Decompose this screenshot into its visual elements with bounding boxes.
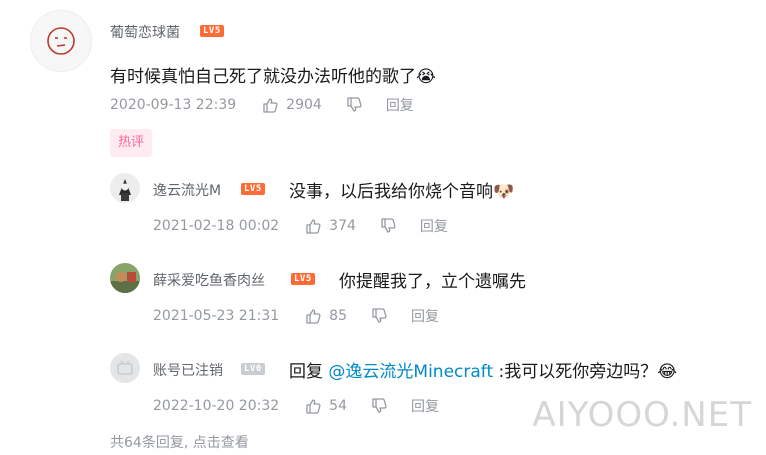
thumb-down-icon <box>372 308 387 323</box>
thumb-up-icon <box>306 219 321 234</box>
dislike-button[interactable] <box>371 308 387 324</box>
dog-emoji-icon: 🐶 <box>493 182 515 202</box>
reply-username[interactable]: 逸云流光M <box>153 180 221 200</box>
default-avatar-icon <box>110 353 140 383</box>
reply-date: 2021-02-18 00:02 <box>153 218 280 234</box>
face-doodle-icon <box>47 27 75 55</box>
thumb-down-icon <box>381 218 396 233</box>
reply-username[interactable]: 账号已注销 <box>153 360 223 380</box>
reply-button[interactable]: 回复 <box>411 306 439 326</box>
comment-meta: 2020-09-13 22:39 2904 回复 <box>110 95 414 115</box>
like-button[interactable]: 85 <box>305 308 347 324</box>
reply-meta: 2021-02-18 00:02 374 回复 <box>153 216 448 236</box>
thumb-down-icon <box>347 97 362 112</box>
reply-meta: 2021-05-23 21:31 85 回复 <box>153 306 439 326</box>
thumb-up-icon <box>306 399 321 414</box>
reply-date: 2022-10-20 20:32 <box>153 398 280 414</box>
mention-link[interactable]: @逸云流光Minecraft <box>328 362 493 382</box>
reply-button[interactable]: 回复 <box>420 216 448 236</box>
reply-body: :我可以死你旁边吗？ <box>493 362 658 382</box>
reply-button[interactable]: 回复 <box>411 396 439 416</box>
comment-body: 有时候真怕自己死了就没办法听他的歌了 <box>110 67 416 87</box>
reply-text: 你提醒我了，立个遗嘱先 <box>339 272 526 292</box>
like-button[interactable]: 2904 <box>262 97 322 113</box>
hot-comment-tag: 热评 <box>110 129 153 157</box>
avatar[interactable] <box>30 10 92 72</box>
reply-date: 2021-05-23 21:31 <box>153 308 280 324</box>
reply-text: 没事，以后我给你烧个音响🐶 <box>289 177 514 202</box>
reply-prefix: 回复 <box>289 362 329 382</box>
comment-text: 有时候真怕自己死了就没办法听他的歌了😭 <box>110 62 436 87</box>
reply-meta: 2022-10-20 20:32 54 回复 <box>153 396 439 416</box>
avatar[interactable] <box>110 173 140 203</box>
thumb-up-icon <box>306 309 321 324</box>
character-avatar-icon <box>110 173 140 203</box>
level-badge: LV5 <box>291 273 315 285</box>
watermark: AIYOOO.NET <box>526 393 758 437</box>
dislike-button[interactable] <box>346 97 362 113</box>
avatar[interactable] <box>110 353 140 383</box>
like-button[interactable]: 374 <box>305 218 356 234</box>
comment-username[interactable]: 葡萄恋球菌 <box>110 22 180 42</box>
level-badge: LV5 <box>200 25 224 37</box>
like-button[interactable]: 54 <box>305 398 347 414</box>
like-count: 374 <box>329 218 356 234</box>
thumb-down-icon <box>372 398 387 413</box>
reply-body: 没事，以后我给你烧个音响 <box>289 182 493 202</box>
reply-button[interactable]: 回复 <box>386 95 414 115</box>
like-count: 85 <box>329 308 347 324</box>
comment-date: 2020-09-13 22:39 <box>110 97 237 113</box>
level-badge: LV0 <box>241 363 265 375</box>
crying-emoji-icon: 😭 <box>416 67 436 87</box>
like-count: 54 <box>329 398 347 414</box>
reply-text: 回复 @逸云流光Minecraft :我可以死你旁边吗？😂 <box>289 357 677 382</box>
laughing-emoji-icon: 😂 <box>657 362 678 382</box>
thumb-up-icon <box>263 98 278 113</box>
avatar[interactable] <box>110 263 140 293</box>
reply-username[interactable]: 薛采爱吃鱼香肉丝 <box>153 270 265 290</box>
dislike-button[interactable] <box>371 398 387 414</box>
photo-avatar-icon <box>110 263 140 293</box>
level-badge: LV5 <box>241 183 265 195</box>
dislike-button[interactable] <box>380 218 396 234</box>
like-count: 2904 <box>286 97 322 113</box>
view-more-replies-link[interactable]: 共64条回复, 点击查看 <box>110 432 249 452</box>
